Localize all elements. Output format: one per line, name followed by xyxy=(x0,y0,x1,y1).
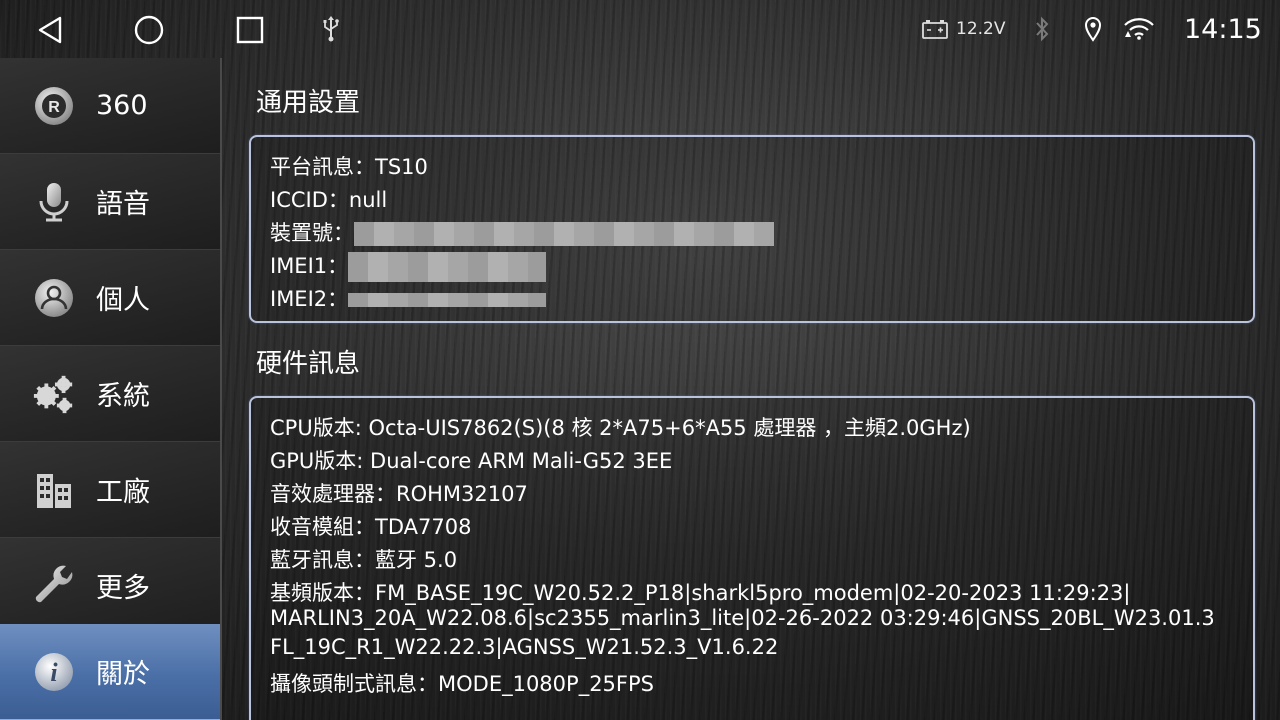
sidebar-item-360[interactable]: R 360 xyxy=(0,58,220,154)
radio-value: TDA7708 xyxy=(375,515,472,539)
imei2-row: IMEI2： xyxy=(270,283,547,313)
recent-apps-icon[interactable] xyxy=(232,12,268,48)
sidebar-item-label: 語音 xyxy=(96,189,150,220)
iccid-label: ICCID： xyxy=(270,188,349,212)
sidebar-item-label: 工廠 xyxy=(96,477,150,508)
bt-value: 藍牙 5.0 xyxy=(375,548,458,572)
usb-icon xyxy=(318,14,344,44)
baseband-label: 基頻版本： xyxy=(270,581,375,605)
wifi-icon xyxy=(1122,15,1156,43)
device-label: 裝置號： xyxy=(270,221,354,245)
back-icon[interactable] xyxy=(32,12,68,48)
battery-icon xyxy=(921,18,949,40)
platform-row: 平台訊息：TS10 xyxy=(270,151,428,181)
section-title-hardware: 硬件訊息 xyxy=(256,349,361,379)
screen: 12.2V 14:15 R 360 語音 個人 系統 工廠 更多 i 關於 通用… xyxy=(0,0,1280,720)
imei2-label: IMEI2： xyxy=(270,287,349,311)
home-icon[interactable] xyxy=(131,12,167,48)
sidebar-item-label: 關於 xyxy=(96,659,150,690)
user-icon xyxy=(32,276,76,320)
radio-module-row: 收音模組：TDA7708 xyxy=(270,511,471,541)
iccid-row: ICCID：null xyxy=(270,184,387,214)
device-row: 裝置號： xyxy=(270,217,774,247)
baseband-line2: MARLIN3_20A_W22.08.6|sc2355_marlin3_lite… xyxy=(270,606,1215,630)
camera-label: 攝像頭制式訊息： xyxy=(270,672,438,696)
sidebar-item-label: 更多 xyxy=(96,573,150,604)
sidebar-item-more[interactable]: 更多 xyxy=(0,538,220,634)
bluetooth-icon xyxy=(1032,15,1052,43)
hardware-info-card: CPU版本: Octa-UIS7862(S)(8 核 2*A75+6*A55 處… xyxy=(249,396,1255,720)
sidebar-item-factory[interactable]: 工廠 xyxy=(0,442,220,538)
imei1-row: IMEI1： xyxy=(270,250,547,282)
device-value-redacted xyxy=(354,222,774,246)
sidebar-item-label: 個人 xyxy=(96,285,150,316)
info-icon: i xyxy=(32,650,76,694)
baseband-row: 基頻版本：FM_BASE_19C_W20.52.2_P18|sharkl5pro… xyxy=(270,577,1131,607)
baseband-line3: FL_19C_R1_W22.22.3|AGNSS_W21.52.3_V1.6.2… xyxy=(270,635,779,659)
camera-format-row: 攝像頭制式訊息：MODE_1080P_25FPS xyxy=(270,668,654,698)
imei1-value-redacted xyxy=(348,252,547,282)
gpu-row: GPU版本: Dual-core ARM Mali-G52 3EE xyxy=(270,449,673,473)
clock: 14:15 xyxy=(1184,13,1262,45)
audio-value: ROHM32107 xyxy=(396,482,528,506)
imei2-value-redacted xyxy=(348,293,547,307)
wrench-icon xyxy=(32,564,76,608)
bt-label: 藍牙訊息： xyxy=(270,548,375,572)
audio-processor-row: 音效處理器：ROHM32107 xyxy=(270,478,528,508)
sidebar-item-label: 360 xyxy=(96,90,148,121)
microphone-icon xyxy=(32,180,76,224)
sidebar-item-voice[interactable]: 語音 xyxy=(0,154,220,250)
sidebar-item-personal[interactable]: 個人 xyxy=(0,250,220,346)
sidebar: R 360 語音 個人 系統 工廠 更多 i 關於 xyxy=(0,58,222,720)
svg-text:R: R xyxy=(48,99,60,116)
radio-label: 收音模組： xyxy=(270,515,375,539)
sidebar-item-about[interactable]: i 關於 xyxy=(0,624,220,720)
imei1-label: IMEI1： xyxy=(270,254,349,278)
section-title-general: 通用設置 xyxy=(256,88,361,118)
status-bar: 12.2V 14:15 xyxy=(0,0,1280,58)
baseband-line1: FM_BASE_19C_W20.52.2_P18|sharkl5pro_mode… xyxy=(375,581,1131,605)
r-badge-icon: R xyxy=(32,84,76,128)
location-icon xyxy=(1082,15,1104,43)
factory-icon xyxy=(32,468,76,512)
sidebar-item-system[interactable]: 系統 xyxy=(0,346,220,442)
iccid-value: null xyxy=(348,188,388,212)
platform-value: TS10 xyxy=(375,155,428,179)
platform-label: 平台訊息： xyxy=(270,155,375,179)
audio-label: 音效處理器： xyxy=(270,482,396,506)
voltage-readout: 12.2V xyxy=(956,19,1006,39)
general-info-card: 平台訊息：TS10 ICCID：null 裝置號： IMEI1： IMEI2： xyxy=(249,135,1255,323)
camera-value: MODE_1080P_25FPS xyxy=(438,672,654,696)
gears-icon xyxy=(32,372,76,416)
svg-text:i: i xyxy=(50,658,58,687)
sidebar-item-label: 系統 xyxy=(96,381,150,412)
cpu-row: CPU版本: Octa-UIS7862(S)(8 核 2*A75+6*A55 處… xyxy=(270,416,971,440)
bluetooth-info-row: 藍牙訊息：藍牙 5.0 xyxy=(270,544,457,574)
